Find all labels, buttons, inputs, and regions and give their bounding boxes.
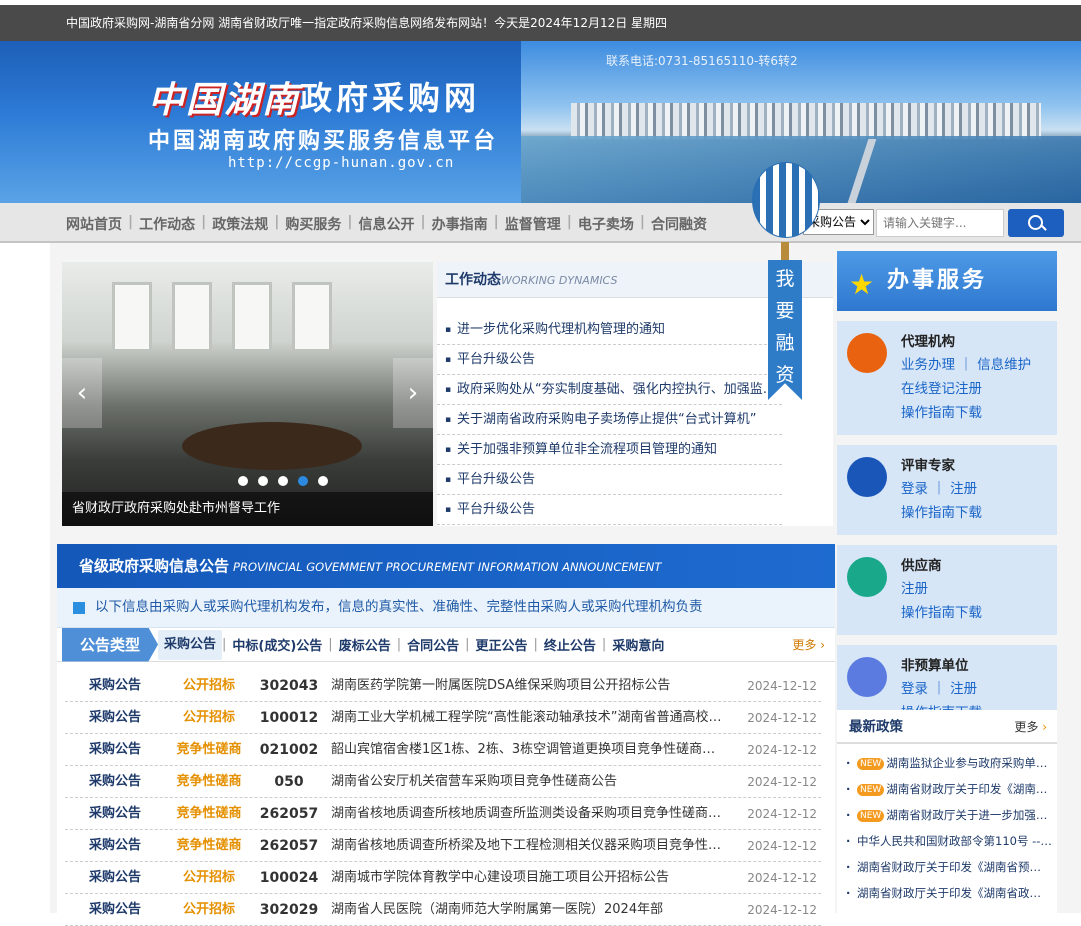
logo-title[interactable]: 政府采购网 <box>300 73 480 119</box>
announcement-title-en: PROVINCIAL GOVEMMENT PROCUREMENT INFORMA… <box>233 560 662 574</box>
new-badge: NEW <box>857 783 885 796</box>
slider-dot[interactable] <box>278 476 288 486</box>
slider-dot[interactable] <box>258 476 268 486</box>
search-bar: 采购公告 <box>803 209 1064 237</box>
finance-balloon-float[interactable]: 我 要 融 资 <box>750 162 822 402</box>
news-item[interactable]: 平台升级公告 <box>437 345 782 375</box>
news-image-slider[interactable]: ‹ › 省财政厅政府采购处赴市州督导工作 <box>62 262 433 526</box>
latest-policy-panel: 最新政策更多 › NEW湖南监狱企业参与政府采购单位名单 NEW湖南省财政厅关于… <box>837 710 1057 913</box>
announcement-more-link[interactable]: 更多 › <box>792 636 825 653</box>
nav-work-dynamics[interactable]: 工作动态 <box>133 214 201 234</box>
main-nav: 网站首页 | 工作动态 | 政策法规 | 购买服务 | 信息公开 | 办事指南 | 监督管理… <box>66 214 713 234</box>
table-row[interactable]: 采购公告 公开招标 302043 湖南医药学院第一附属医院DSA维保采购项目公开招标公… <box>65 670 821 702</box>
agency-guide-link[interactable]: 操作指南下载 <box>901 401 1057 425</box>
service-box-agency: 代理机构 业务办理 ｜ 信息维护 在线登记注册 操作指南下载 <box>837 321 1057 435</box>
nav-e-mall[interactable]: 电子卖场 <box>572 214 640 234</box>
announcement-tabs: 公告类型 采购公告 | 中标(成交)公告 | 废标公告 | 合同公告 | 更正公告 | 终… <box>57 627 835 662</box>
news-item[interactable]: 政府采购处从“夯实制度基础、强化内控执行、加强监督” <box>437 375 782 405</box>
news-item[interactable]: 关于加强非预算单位非全流程项目管理的通知 <box>437 435 782 465</box>
new-badge: NEW <box>857 757 885 770</box>
tab-contract[interactable]: 合同公告 <box>401 635 465 654</box>
work-dynamics-title-en: WORKING DYNAMICS <box>501 274 618 287</box>
tab-award[interactable]: 中标(成交)公告 <box>226 635 328 654</box>
news-item[interactable]: 进一步优化采购代理机构管理的通知 <box>437 315 782 345</box>
agency-register-link[interactable]: 在线登记注册 <box>901 377 1057 401</box>
agency-icon <box>847 333 887 373</box>
expert-guide-link[interactable]: 操作指南下载 <box>901 501 1057 525</box>
announcement-list: 采购公告 公开招标 302043 湖南医药学院第一附属医院DSA维保采购项目公开招标公… <box>57 662 835 926</box>
tab-correction[interactable]: 更正公告 <box>470 635 534 654</box>
chevron-right-icon: › <box>1042 720 1047 734</box>
table-row[interactable]: 采购公告 公开招标 100012 湖南工业大学机械工程学院“高性能滚动轴承技术”湖南省… <box>65 702 821 734</box>
news-item[interactable]: 平台升级公告 <box>437 465 782 495</box>
policy-item[interactable]: NEW湖南省财政厅关于进一步加强政府采购 <box>837 802 1052 828</box>
slider-dot[interactable] <box>318 476 328 486</box>
star-icon: ★ <box>849 268 878 301</box>
nonbudget-login-link[interactable]: 登录 ｜ 注册 <box>901 677 1057 701</box>
nav-info-public[interactable]: 信息公开 <box>353 214 421 234</box>
top-info-bar: 中国政府采购网-湖南省分网 湖南省财政厅唯一指定政府采购信息网络发布网站！今天是… <box>0 5 1081 41</box>
tab-procurement[interactable]: 采购公告 <box>158 629 223 660</box>
search-button[interactable] <box>1008 209 1064 237</box>
procurement-announcement-panel: 省级政府采购信息公告 PROVINCIAL GOVEMMENT PROCUREME… <box>57 544 835 926</box>
finance-banner-flag[interactable]: 我 要 融 资 <box>768 260 802 400</box>
nav-guide[interactable]: 办事指南 <box>426 214 494 234</box>
policy-item[interactable]: 中华人民共和国财政部令第110号 -- 政府采购 <box>837 828 1052 854</box>
service-box-supplier: 供应商 注册 操作指南下载 <box>837 545 1057 635</box>
nav-policy[interactable]: 政策法规 <box>206 214 274 234</box>
announcement-type-label: 公告类型 <box>62 627 158 662</box>
table-row[interactable]: 采购公告 公开招标 302029 湖南省人民医院（湖南师范大学附属第一医院）2024年… <box>65 894 821 926</box>
site-url: http://ccgp-hunan.gov.cn <box>228 155 455 171</box>
new-badge: NEW <box>857 809 885 822</box>
tab-termination[interactable]: 终止公告 <box>538 635 602 654</box>
nav-purchase-service[interactable]: 购买服务 <box>279 214 347 234</box>
nonbudget-hand-icon <box>847 657 887 697</box>
announcement-header: 省级政府采购信息公告 PROVINCIAL GOVEMMENT PROCUREME… <box>57 544 835 588</box>
policy-item[interactable]: NEW湖南省财政厅关于印发《湖南省政府采购》 <box>837 776 1052 802</box>
main-nav-bar: 网站首页 | 工作动态 | 政策法规 | 购买服务 | 信息公开 | 办事指南 | 监督管理… <box>0 203 1081 243</box>
expert-user-icon <box>847 457 887 497</box>
top-info-text: 中国政府采购网-湖南省分网 湖南省财政厅唯一指定政府采购信息网络发布网站！今天是… <box>66 16 668 30</box>
table-row[interactable]: 采购公告 公开招标 100024 湖南城市学院体育教学中心建设项目施工项目公开招标公告… <box>65 862 821 894</box>
table-row[interactable]: 采购公告 竞争性磋商 262057 湖南省核地质调查所桥梁及地下工程检测相关仪器采购项… <box>65 830 821 862</box>
nav-contract-finance[interactable]: 合同融资 <box>645 214 713 234</box>
slider-dot-active[interactable] <box>298 476 308 486</box>
tab-intention[interactable]: 采购意向 <box>606 635 670 654</box>
policy-header: 最新政策 更多 › <box>837 710 1057 744</box>
site-banner: 联系电话:0731-85165110-转6转2 中国湖南 政府采购网 中国湖南政… <box>0 41 1081 203</box>
table-row[interactable]: 采购公告 竞争性磋商 050 湖南省公安厅机关宿营车采购项目竞争性磋商公告 2024-1… <box>65 766 821 798</box>
table-row[interactable]: 采购公告 竞争性磋商 262057 湖南省核地质调查所核地质调查所监测类设备采购项目竞… <box>65 798 821 830</box>
search-input[interactable] <box>876 209 1004 237</box>
slider-prev-arrow[interactable]: ‹ <box>62 358 102 428</box>
slider-dot[interactable] <box>238 476 248 486</box>
supplier-hexagon-icon <box>847 557 887 597</box>
chevron-right-icon: › <box>820 638 825 652</box>
logo-calligraphy[interactable]: 中国湖南 <box>148 71 300 123</box>
slider-next-arrow[interactable]: › <box>393 358 433 428</box>
table-row[interactable]: 采购公告 竞争性磋商 021002 韶山宾馆宿舍楼1区1栋、2栋、3栋空调管道更换项目… <box>65 734 821 766</box>
policy-item[interactable]: 湖南省财政厅关于印发《湖南省预算单位》 <box>837 854 1052 880</box>
announcement-notice: 以下信息由采购人或采购代理机构发布，信息的真实性、准确性、完整性由采购人或采购代… <box>57 588 835 628</box>
expert-login-link[interactable]: 登录 ｜ 注册 <box>901 477 1057 501</box>
slider-dots <box>238 476 328 486</box>
hot-air-balloon-icon <box>752 162 820 238</box>
service-header: ★ 办事服务 <box>837 251 1057 311</box>
logo-subtitle: 中国湖南政府购买服务信息平台 <box>148 129 499 154</box>
news-item[interactable]: 关于湖南省政府采购电子卖场停止提供“台式计算机” <box>437 405 782 435</box>
policy-more-link[interactable]: 更多 › <box>1014 710 1047 744</box>
nav-supervision[interactable]: 监督管理 <box>499 214 567 234</box>
supplier-guide-link[interactable]: 操作指南下载 <box>901 601 1057 625</box>
policy-item[interactable]: 湖南省财政厅关于印发《湖南省政府采购》 <box>837 880 1052 906</box>
nav-home[interactable]: 网站首页 <box>66 214 128 234</box>
tab-abandoned[interactable]: 废标公告 <box>333 635 397 654</box>
agency-business-link[interactable]: 业务办理 ｜ 信息维护 <box>901 353 1057 377</box>
service-box-expert: 评审专家 登录 ｜ 注册 操作指南下载 <box>837 445 1057 535</box>
service-sidebar: ★ 办事服务 代理机构 业务办理 ｜ 信息维护 在线登记注册 操作指南下载 评审专… <box>837 251 1057 735</box>
news-item[interactable]: 平台升级公告 <box>437 495 782 525</box>
supplier-register-link[interactable]: 注册 <box>901 577 1057 601</box>
contact-phone: 联系电话:0731-85165110-转6转2 <box>606 54 798 68</box>
slider-caption[interactable]: 省财政厅政府采购处赴市州督导工作 <box>62 492 433 526</box>
policy-item[interactable]: NEW湖南监狱企业参与政府采购单位名单 <box>837 750 1052 776</box>
